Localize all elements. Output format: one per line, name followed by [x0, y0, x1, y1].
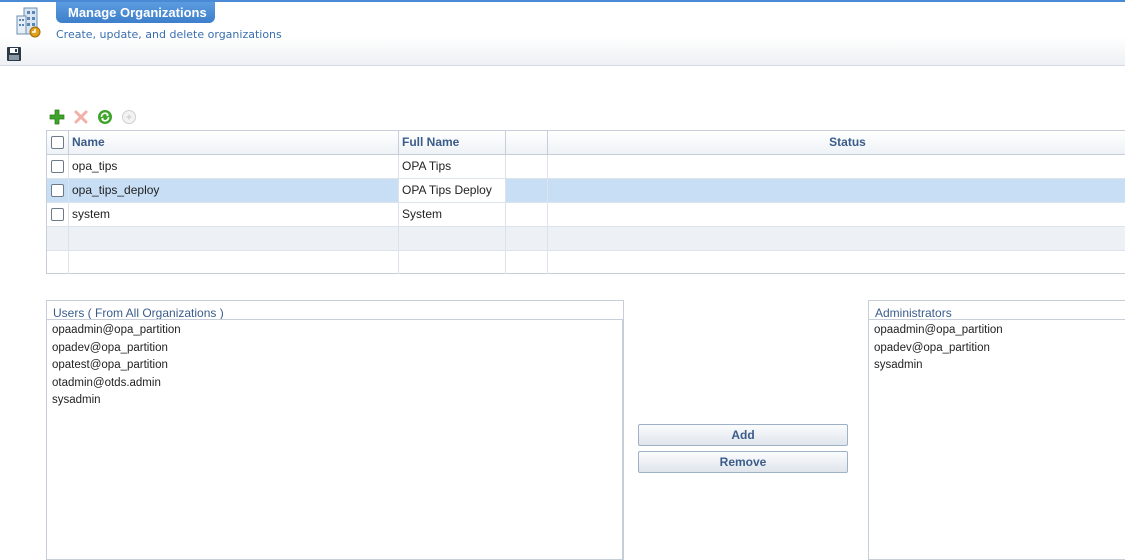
- org-status-cell: [548, 203, 1125, 226]
- list-item[interactable]: opatest@opa_partition: [47, 357, 622, 375]
- table-row[interactable]: opa_tips OPA Tips: [47, 155, 1125, 179]
- org-status-cell: [548, 179, 1125, 202]
- empty-cell: [69, 227, 399, 250]
- empty-cell: [47, 227, 69, 250]
- empty-cell: [399, 251, 506, 274]
- disabled-action-icon[interactable]: [121, 109, 137, 125]
- row-checkbox-cell: [47, 179, 69, 202]
- row-checkbox[interactable]: [51, 160, 64, 173]
- table-row[interactable]: system System: [47, 203, 1125, 227]
- organizations-grid: Name Full Name Status opa_tips OPA Tips …: [46, 130, 1125, 274]
- row-blank-cell: [506, 179, 548, 202]
- row-checkbox[interactable]: [51, 184, 64, 197]
- organization-building-icon: [16, 7, 41, 38]
- row-blank-cell: [506, 155, 548, 178]
- org-full-name-cell[interactable]: System: [399, 203, 506, 226]
- empty-cell: [69, 251, 399, 274]
- org-status-cell: [548, 155, 1125, 178]
- select-all-cell: [47, 131, 69, 154]
- org-name-cell: opa_tips: [69, 155, 399, 178]
- page-title: Manage Organizations: [56, 2, 215, 23]
- org-name-cell: system: [69, 203, 399, 226]
- list-item[interactable]: opadev@opa_partition: [47, 340, 622, 358]
- administrators-list[interactable]: opaadmin@opa_partition opadev@opa_partit…: [869, 319, 1125, 559]
- page-header: Manage Organizations Create, update, and…: [0, 0, 1125, 66]
- users-panel: Users ( From All Organizations ) opaadmi…: [46, 300, 624, 560]
- column-header-blank: [506, 131, 548, 154]
- grid-header-row: Name Full Name Status: [47, 131, 1125, 155]
- remove-button[interactable]: Remove: [638, 451, 848, 473]
- list-item[interactable]: opadev@opa_partition: [869, 340, 1125, 358]
- empty-cell: [47, 251, 69, 274]
- empty-cell: [399, 227, 506, 250]
- refresh-icon[interactable]: [97, 109, 113, 125]
- row-blank-cell: [506, 203, 548, 226]
- row-checkbox-cell: [47, 203, 69, 226]
- empty-cell: [548, 251, 1125, 274]
- list-item[interactable]: otadmin@otds.admin: [47, 375, 622, 393]
- users-list[interactable]: opaadmin@opa_partition opadev@opa_partit…: [47, 319, 623, 559]
- list-item[interactable]: opaadmin@opa_partition: [47, 322, 622, 340]
- org-full-name-cell[interactable]: OPA Tips: [399, 155, 506, 178]
- empty-cell: [548, 227, 1125, 250]
- column-header-full-name[interactable]: Full Name: [399, 131, 506, 154]
- add-plus-icon[interactable]: [49, 109, 65, 125]
- org-name-cell: opa_tips_deploy: [69, 179, 399, 202]
- list-item[interactable]: sysadmin: [869, 357, 1125, 375]
- column-header-status[interactable]: Status: [548, 131, 1125, 154]
- add-button[interactable]: Add: [638, 424, 848, 446]
- administrators-panel: Administrators opaadmin@opa_partition op…: [868, 300, 1125, 560]
- empty-cell: [506, 251, 548, 274]
- row-checkbox-cell: [47, 155, 69, 178]
- empty-row: [47, 227, 1125, 251]
- empty-row: [47, 251, 1125, 275]
- column-header-name[interactable]: Name: [69, 131, 399, 154]
- empty-cell: [506, 227, 548, 250]
- page-subtitle: Create, update, and delete organizations: [56, 28, 282, 41]
- save-disk-icon[interactable]: [6, 46, 22, 62]
- delete-x-icon[interactable]: [73, 109, 89, 125]
- org-full-name-cell[interactable]: OPA Tips Deploy: [399, 179, 506, 202]
- list-item[interactable]: sysadmin: [47, 392, 622, 410]
- users-panel-title: Users ( From All Organizations ): [53, 306, 224, 320]
- list-item[interactable]: opaadmin@opa_partition: [869, 322, 1125, 340]
- select-all-checkbox[interactable]: [51, 136, 64, 149]
- table-row-selected[interactable]: opa_tips_deploy OPA Tips Deploy: [47, 179, 1125, 203]
- row-checkbox[interactable]: [51, 208, 64, 221]
- administrators-panel-title: Administrators: [875, 306, 952, 320]
